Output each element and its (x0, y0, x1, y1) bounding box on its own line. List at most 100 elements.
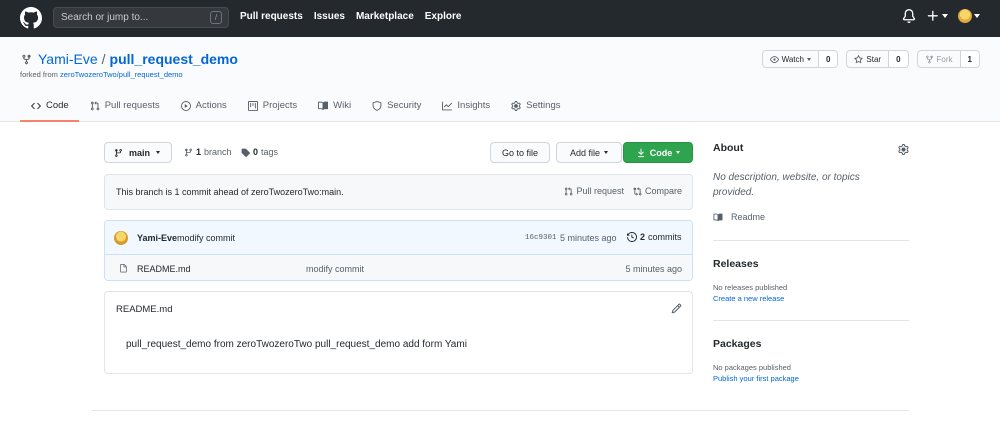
branch-ahead-notice: This branch is 1 commit ahead of zeroTwo… (104, 174, 693, 210)
star-count[interactable]: 0 (889, 51, 908, 67)
fork-count[interactable]: 1 (960, 51, 979, 67)
packages-title[interactable]: Packages (713, 338, 761, 350)
branch-name: main (129, 147, 151, 158)
repo-path-separator: / (101, 51, 106, 67)
readme-link[interactable]: Readme (713, 212, 765, 222)
pull-request-link[interactable]: Pull request (564, 186, 624, 196)
pull-request-icon (90, 101, 100, 111)
gear-icon[interactable] (898, 144, 909, 155)
pull-request-icon (565, 186, 573, 195)
git-branch-icon (185, 148, 192, 156)
fork-label: Fork (936, 54, 953, 64)
fork-label-wrap: Fork (918, 51, 961, 67)
tab-actions[interactable]: Actions (170, 97, 237, 122)
tab-code[interactable]: Code (20, 97, 79, 122)
add-file-button[interactable]: Add file (556, 142, 622, 163)
tab-security[interactable]: Security (361, 97, 431, 122)
add-file-label: Add file (569, 147, 601, 158)
tab-label: Settings (526, 100, 561, 111)
ahead-actions: Pull request Compare (564, 186, 682, 196)
latest-commit-box: Yami-Eve modify commit 16c9301 5 minutes… (104, 220, 693, 281)
star-icon (854, 54, 864, 63)
commit-author[interactable]: Yami-Eve (137, 233, 177, 243)
chevron-down-icon (604, 151, 609, 154)
tab-pull-requests[interactable]: Pull requests (79, 97, 170, 122)
avatar[interactable] (114, 231, 128, 245)
tab-wiki[interactable]: Wiki (307, 97, 361, 122)
tags-link[interactable]: 0 tags (241, 147, 278, 157)
file-navigation: main 1 branch 0 tags Go to file Add file… (104, 142, 693, 163)
bell-icon[interactable] (902, 9, 916, 23)
star-button[interactable]: Star 0 (846, 50, 909, 68)
tag-count-label: tags (261, 147, 279, 157)
ahead-text: This branch is 1 commit ahead of zeroTwo… (116, 187, 344, 197)
branch-count: 1 (196, 147, 202, 157)
repo-forked-icon (22, 54, 31, 64)
nav-explore[interactable]: Explore (425, 11, 462, 22)
watch-label: Watch (781, 54, 804, 64)
tab-settings[interactable]: Settings (500, 97, 570, 122)
code-download-button[interactable]: Code (623, 142, 693, 163)
go-to-file-label: Go to file (501, 147, 539, 158)
branch-select-button[interactable]: main (104, 142, 172, 163)
file-commit-message[interactable]: modify commit (306, 264, 364, 274)
pencil-icon[interactable] (671, 303, 682, 314)
pull-request-label: Pull request (576, 186, 624, 196)
tab-insights[interactable]: Insights (431, 97, 500, 122)
book-icon (713, 213, 723, 221)
tab-label: Pull requests (104, 100, 160, 111)
search-shortcut-key: / (210, 11, 222, 24)
chevron-down-icon (942, 14, 948, 18)
commit-sha[interactable]: 16c9301 (525, 234, 557, 242)
watch-button[interactable]: Watch 0 (761, 50, 839, 68)
search-input[interactable]: Search or jump to... / (53, 7, 229, 28)
file-commit-time: 5 minutes ago (625, 264, 682, 274)
divider (713, 240, 909, 241)
commit-time: 5 minutes ago (560, 233, 617, 243)
readme-title: README.md (116, 304, 173, 315)
go-to-file-button[interactable]: Go to file (490, 142, 550, 163)
file-name-link[interactable]: README.md (137, 264, 191, 274)
table-row[interactable]: README.md modify commit 5 minutes ago (105, 255, 692, 280)
compare-link[interactable]: Compare (633, 186, 682, 196)
releases-title[interactable]: Releases (713, 258, 759, 270)
tab-projects[interactable]: Projects (237, 97, 307, 122)
packages-empty-text: No packages published (713, 363, 791, 372)
forked-from-note: forked from zeroTwozeroTwo/pull_request_… (20, 70, 183, 79)
play-icon (180, 101, 191, 111)
releases-empty-text: No releases published (713, 283, 788, 292)
chevron-down-icon (974, 14, 980, 18)
github-logo-icon[interactable] (20, 7, 42, 29)
watch-count[interactable]: 0 (818, 51, 838, 67)
main-content: main 1 branch 0 tags Go to file Add file… (104, 142, 693, 374)
chevron-down-icon (156, 151, 161, 154)
avatar (958, 9, 972, 23)
repo-owner-link[interactable]: Yami-Eve (38, 51, 98, 67)
code-button-label: Code (649, 147, 673, 158)
tab-label: Actions (195, 100, 227, 111)
forked-from-link[interactable]: zeroTwozeroTwo/pull_request_demo (60, 70, 183, 79)
tab-label: Security (387, 100, 422, 111)
repo-forked-icon (925, 55, 933, 63)
publish-package-link[interactable]: Publish your first package (713, 374, 799, 383)
nav-marketplace[interactable]: Marketplace (356, 11, 414, 22)
about-description: No description, website, or topics provi… (713, 172, 860, 198)
header-actions (902, 9, 980, 23)
star-label-wrap: Star (847, 51, 890, 67)
project-icon (247, 101, 258, 111)
branches-link[interactable]: 1 branch (184, 147, 232, 157)
create-release-link[interactable]: Create a new release (713, 294, 784, 303)
nav-issues[interactable]: Issues (314, 11, 345, 22)
git-branch-icon (115, 148, 122, 157)
nav-pull-requests[interactable]: Pull requests (240, 11, 303, 22)
repo-name-link[interactable]: pull_request_demo (110, 51, 238, 67)
readme-panel: README.md pull_request_demo from zeroTwo… (104, 291, 693, 374)
fork-button[interactable]: Fork 1 (916, 50, 980, 68)
commit-history-link[interactable]: 2 commits (627, 232, 682, 242)
commit-message[interactable]: modify commit (177, 233, 235, 243)
commit-count: 2 (640, 232, 646, 242)
user-menu[interactable] (958, 9, 980, 23)
shield-icon (372, 101, 382, 111)
create-new-menu[interactable] (926, 9, 948, 23)
eye-icon (769, 55, 779, 63)
